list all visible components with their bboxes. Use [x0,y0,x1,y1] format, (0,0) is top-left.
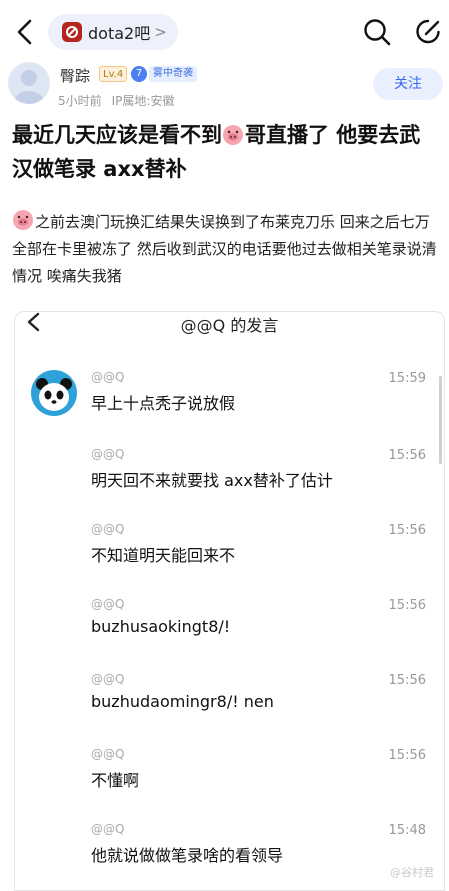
message-time: 15:56 [388,673,426,688]
chat-message: @@Q 15:56 buzhusaokingt8/! [15,597,444,673]
chat-message: @@Q 15:56 明天回不来就要找 axx替补了估计 [15,447,444,523]
forum-name: dota2吧 [88,24,151,43]
back-arrow-icon[interactable] [14,18,36,46]
forum-logo-icon [62,22,82,42]
chat-message: @@Q 15:56 不懂啊 [15,747,444,823]
message-text: buzhudaomingr8/! nen [91,692,274,711]
chevron-right-icon: > [154,23,167,41]
message-sender: @@Q [91,522,125,536]
message-sender: @@Q [91,747,125,761]
panda-avatar-icon [31,370,77,416]
search-icon[interactable] [362,17,392,47]
share-icon[interactable] [414,17,442,47]
follow-button[interactable]: 关注 [373,68,443,100]
message-text: 他就说做做笔录啥的看领导 [91,846,284,865]
pig-emoji-icon [13,210,33,230]
message-time: 15:56 [388,748,426,763]
badge-text: 雾中奇袭 [149,66,197,82]
message-time: 15:59 [388,371,426,386]
message-sender: @@Q [91,597,125,611]
chat-message: @@Q 15:59 早上十点秃子说放假 [15,370,444,446]
message-sender: @@Q [91,370,125,384]
message-sender: @@Q [91,822,125,836]
badge-number: 7 [131,66,147,82]
message-text: 不懂啊 [91,771,140,790]
message-text: buzhusaokingt8/! [91,617,231,636]
title-part-1: 最近几天应该是看不到 [12,123,222,147]
body-text: 之前去澳门玩换汇结果失误换到了布莱克刀乐 回来之后七万全部在卡里被冻了 然后收到… [12,213,437,285]
chat-message: @@Q 15:56 buzhudaomingr8/! nen [15,672,444,748]
message-text: 早上十点秃子说放假 [91,394,236,413]
embedded-screenshot[interactable]: @@Q 的发言 @@Q 15:59 早上十点秃子说放假 @@Q 15:56 明天… [14,311,445,891]
chat-message: @@Q 15:48 他就说做做笔录啥的看领导 [15,822,444,890]
post-title: 最近几天应该是看不到 哥直播了 他要去武汉做笔录 axx替补 [12,118,440,186]
message-time: 15:56 [388,523,426,538]
author-name[interactable]: 臀踪 [60,65,90,86]
post-body: 之前去澳门玩换汇结果失误换到了布莱克刀乐 回来之后七万全部在卡里被冻了 然后收到… [12,209,444,290]
message-time: 15:48 [388,823,426,838]
message-text: 明天回不来就要找 axx替补了估计 [91,471,333,490]
post-meta: 5小时前 IP属地:安徽 [58,92,174,109]
message-time: 15:56 [388,448,426,463]
watermark: @谷村君 [390,866,434,879]
screenshot-title: @@Q 的发言 [180,316,279,335]
message-text: 不知道明天能回来不 [91,546,236,565]
level-badge: Lv.4 [99,66,128,82]
message-sender: @@Q [91,447,125,461]
avatar[interactable] [8,62,50,104]
forum-link[interactable]: dota2吧 > [48,14,178,50]
top-nav-bar: dota2吧 > [0,0,449,64]
post-time: 5小时前 [58,94,102,108]
pig-emoji-icon [223,125,243,145]
ip-location: IP属地:安徽 [111,94,175,108]
honor-badge: 7 雾中奇袭 [131,65,197,83]
author-row: 臀踪 Lv.4 7 雾中奇袭 5小时前 IP属地:安徽 关注 [0,60,449,116]
message-sender: @@Q [91,672,125,686]
chat-message: @@Q 15:56 不知道明天能回来不 [15,522,444,598]
message-time: 15:56 [388,598,426,613]
